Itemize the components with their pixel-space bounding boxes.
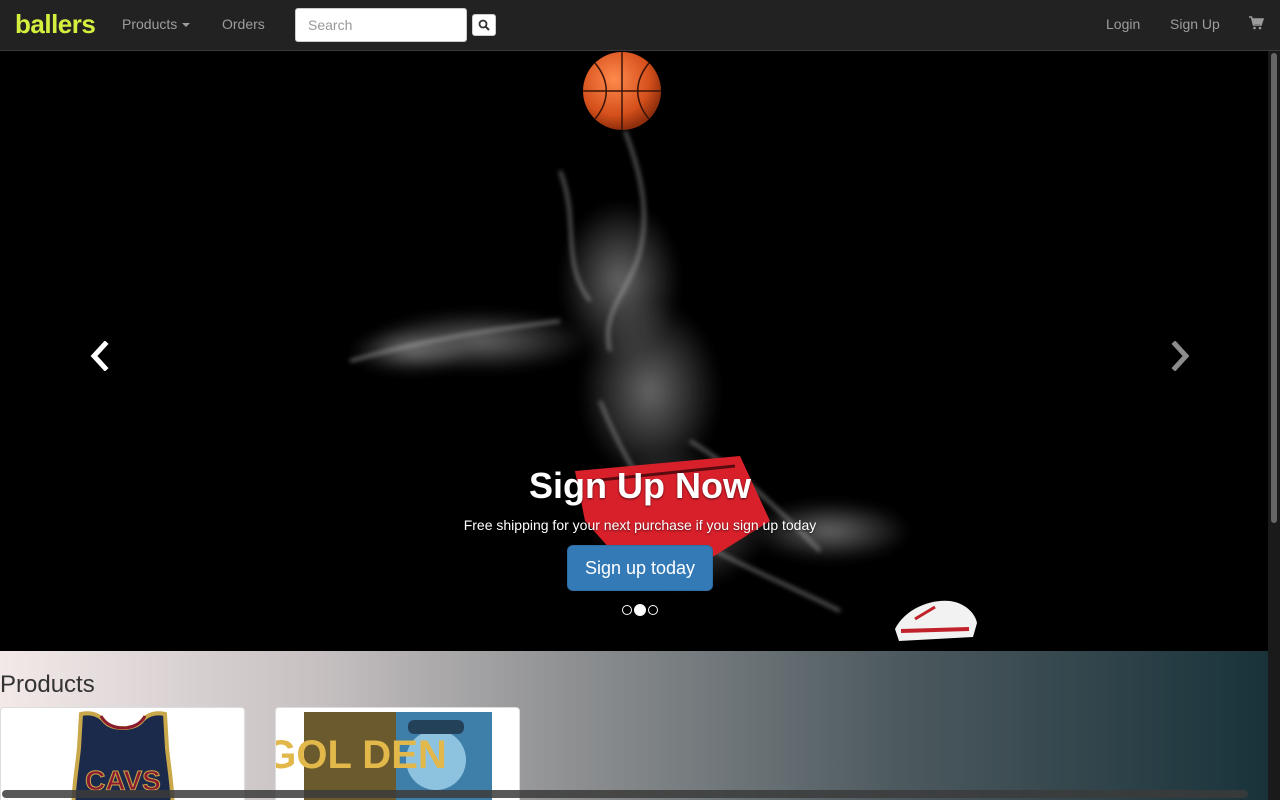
- carousel-caption-title: Sign Up Now: [529, 465, 751, 506]
- search-icon: [478, 19, 490, 31]
- shopping-cart-icon: [1249, 16, 1265, 30]
- carousel-caption-subtitle: Free shipping for your next purchase if …: [463, 517, 817, 533]
- products-dropdown[interactable]: Products: [122, 16, 191, 32]
- horizontal-scrollbar[interactable]: [2, 790, 1248, 798]
- products-heading: Products: [0, 671, 95, 698]
- caret-down-icon: [182, 23, 191, 28]
- chevron-right-icon: [1171, 341, 1190, 371]
- search-input[interactable]: [295, 8, 467, 42]
- carousel-prev-button[interactable]: [84, 341, 114, 371]
- vertical-scrollbar[interactable]: [1268, 51, 1280, 800]
- carousel-indicator-1[interactable]: [622, 605, 632, 615]
- login-link[interactable]: Login: [1106, 16, 1140, 32]
- product-card-golden-poster[interactable]: GOL DEN: [275, 707, 520, 800]
- golden-poster-text: GOL DEN: [276, 733, 447, 777]
- carousel-indicator-2[interactable]: [634, 604, 646, 616]
- orders-link[interactable]: Orders: [222, 16, 265, 32]
- sign-up-today-button[interactable]: Sign up today: [567, 545, 713, 591]
- cart-button[interactable]: [1249, 16, 1265, 35]
- vertical-scrollbar-thumb[interactable]: [1271, 53, 1277, 523]
- golden-poster-image: GOL DEN: [276, 708, 519, 800]
- hero-carousel: Sign Up Now Free shipping for your next …: [0, 51, 1268, 651]
- carousel-indicators: [622, 604, 658, 616]
- chevron-left-icon: [90, 341, 109, 371]
- navbar: ballers Products Orders Login Sign Up: [0, 0, 1280, 51]
- search-button[interactable]: [472, 14, 496, 36]
- products-dropdown-label: Products: [122, 16, 178, 32]
- product-card-cavs-jersey[interactable]: CAVS: [0, 707, 245, 800]
- brand-logo[interactable]: ballers: [15, 9, 96, 40]
- carousel-next-button[interactable]: [1166, 341, 1196, 371]
- products-section: Products CAVS GOL DEN: [0, 651, 1280, 800]
- carousel-indicator-3[interactable]: [648, 605, 658, 615]
- cavs-jersey-image: CAVS: [1, 708, 244, 800]
- signup-link[interactable]: Sign Up: [1170, 16, 1220, 32]
